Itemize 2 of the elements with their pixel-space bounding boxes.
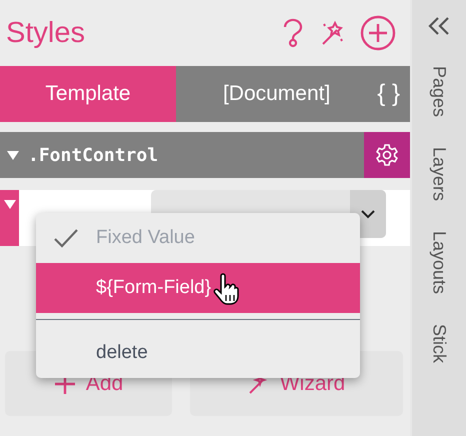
- style-name: .FontControl: [28, 144, 160, 166]
- panel-title: Styles: [6, 16, 86, 50]
